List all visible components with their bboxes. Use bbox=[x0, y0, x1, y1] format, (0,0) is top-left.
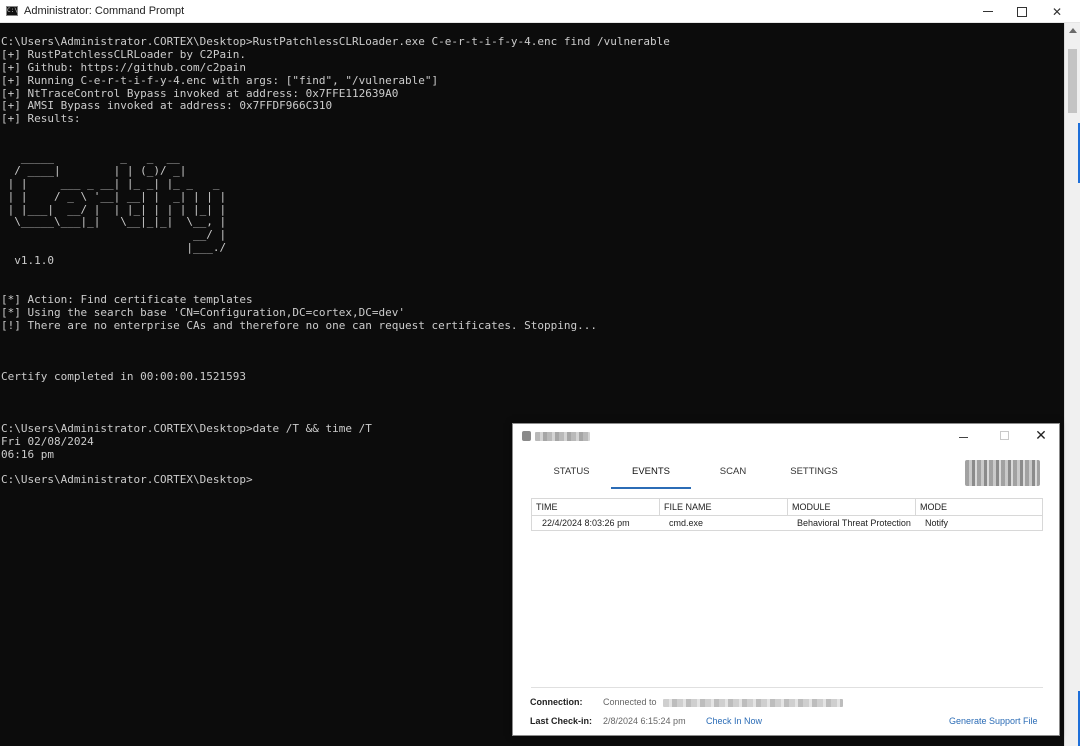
console-line: Certify completed in 00:00:00.1521593 bbox=[1, 370, 247, 384]
minimize-icon[interactable] bbox=[959, 437, 968, 438]
connection-value: Connected to bbox=[603, 697, 657, 707]
column-header-file-name[interactable]: FILE NAME bbox=[660, 499, 788, 516]
connection-label: Connection: bbox=[530, 697, 583, 707]
event-file-name: cmd.exe bbox=[669, 518, 704, 528]
console-line: v1.1.0 bbox=[1, 254, 54, 268]
console-line: |___./ bbox=[1, 241, 227, 255]
agent-title-redacted bbox=[535, 432, 590, 441]
column-header-module[interactable]: MODULE bbox=[788, 499, 916, 516]
event-time: 22/4/2024 8:03:26 pm bbox=[542, 518, 630, 528]
console-line: / ____| | | (_)/ _| bbox=[1, 163, 187, 177]
console-line: [!] There are no enterprise CAs and ther… bbox=[1, 318, 598, 332]
event-mode: Notify bbox=[925, 518, 949, 528]
events-table: TIME FILE NAME MODULE MODE 22/4/2024 8:0… bbox=[531, 498, 1043, 531]
window-title: Administrator: Command Prompt bbox=[24, 5, 185, 17]
maximize-icon[interactable] bbox=[1000, 431, 1009, 440]
scrollbar-thumb[interactable] bbox=[1068, 49, 1077, 113]
column-header-mode[interactable]: MODE bbox=[916, 499, 1042, 516]
close-icon: ✕ bbox=[1051, 4, 1063, 19]
agent-app-icon bbox=[522, 431, 531, 441]
maximize-icon bbox=[1017, 6, 1027, 17]
tab-settings[interactable]: SETTINGS bbox=[776, 464, 852, 489]
console-line: [+] Results: bbox=[1, 112, 81, 126]
column-header-time[interactable]: TIME bbox=[532, 499, 660, 516]
close-icon[interactable]: ✕ bbox=[1033, 427, 1049, 445]
footer-divider bbox=[531, 687, 1043, 688]
tab-scan[interactable]: SCAN bbox=[698, 464, 768, 489]
console-line: [+] Github: https://github.com/c2pain bbox=[1, 60, 247, 74]
console-line: [*] Using the search base 'CN=Configurat… bbox=[1, 305, 405, 319]
maximize-button[interactable] bbox=[1005, 0, 1039, 23]
check-in-now-link[interactable]: Check In Now bbox=[706, 716, 762, 726]
console-line: [+] RustPatchlessCLRLoader by C2Pain. bbox=[1, 47, 247, 61]
generate-support-file-link[interactable]: Generate Support File bbox=[949, 716, 1038, 726]
console-line: | | / _ \ '__| __| | _| | | | bbox=[1, 189, 227, 203]
cmd-titlebar[interactable]: C:\ Administrator: Command Prompt ✕ bbox=[0, 0, 1080, 23]
console-line: C:\Users\Administrator.CORTEX\Desktop>Ru… bbox=[1, 35, 670, 48]
console-line: _____ _ _ __ bbox=[1, 151, 180, 165]
close-button[interactable]: ✕ bbox=[1040, 0, 1074, 23]
minimize-button[interactable] bbox=[971, 0, 1005, 23]
vendor-logo-redacted bbox=[965, 460, 1040, 486]
connection-host-redacted bbox=[663, 699, 843, 707]
minimize-icon bbox=[983, 11, 993, 12]
tab-events[interactable]: EVENTS bbox=[611, 464, 691, 489]
vertical-scrollbar[interactable] bbox=[1064, 23, 1080, 746]
cmd-console-icon: C:\ bbox=[6, 6, 18, 16]
console-line: | | ___ _ __| |_ _| |_ _ _ bbox=[1, 176, 220, 190]
console-line: [*] Action: Find certificate templates bbox=[1, 292, 253, 306]
scroll-up-icon[interactable] bbox=[1069, 28, 1077, 33]
console-line: [+] Running C-e-r-t-i-f-y-4.enc with arg… bbox=[1, 73, 439, 87]
table-header: TIME FILE NAME MODULE MODE bbox=[532, 499, 1042, 516]
agent-titlebar[interactable]: ✕ bbox=[513, 424, 1059, 451]
tab-status[interactable]: STATUS bbox=[533, 464, 610, 489]
last-check-in-label: Last Check-in: bbox=[530, 716, 593, 726]
last-check-in-value: 2/8/2024 6:15:24 pm bbox=[603, 716, 686, 726]
console-line: [+] AMSI Bypass invoked at address: 0x7F… bbox=[1, 99, 333, 113]
agent-window: ✕ STATUS EVENTS SCAN SETTINGS TIME FILE … bbox=[512, 423, 1060, 736]
table-row[interactable]: 22/4/2024 8:03:26 pm cmd.exe Behavioral … bbox=[532, 516, 1042, 531]
event-module: Behavioral Threat Protection bbox=[797, 518, 911, 528]
